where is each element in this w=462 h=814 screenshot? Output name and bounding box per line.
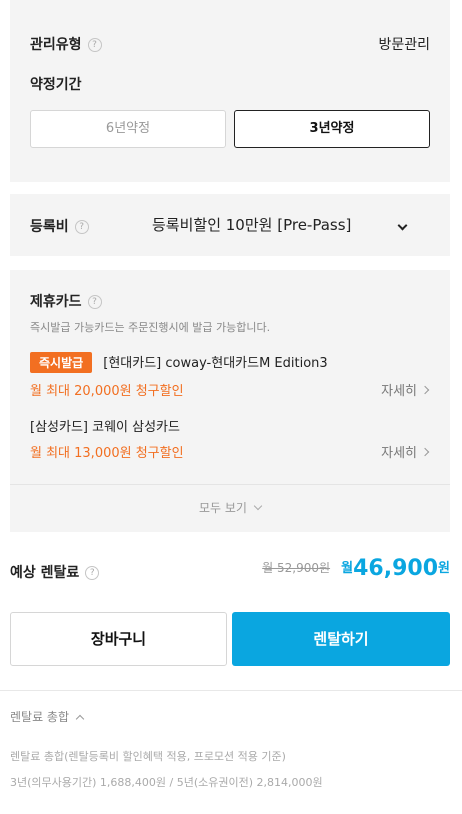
card-name: [삼성카드] 코웨이 삼성카드 <box>30 420 180 435</box>
chevron-right-icon <box>420 385 430 395</box>
divider <box>0 690 462 691</box>
cart-button[interactable]: 장바구니 <box>10 612 227 666</box>
summary-title: 렌탈료 총합 <box>10 710 70 724</box>
help-icon[interactable]: ? <box>74 220 89 234</box>
card-name: [현대카드] coway-현대카드M Edition3 <box>103 356 328 371</box>
summary-line-2: 3년(의무사용기간) 1,688,400원 / 5년(소유권이전) 2,814,… <box>10 776 323 789</box>
card-detail-link[interactable]: 자세히 <box>381 442 430 461</box>
card-detail-link[interactable]: 자세히 <box>381 380 430 399</box>
registration-panel: 등록비? 등록비할인 10만원 [Pre-Pass] <box>10 194 450 256</box>
original-price: 월 52,900원 <box>262 561 331 575</box>
card-detail-text: 자세히 <box>381 446 417 461</box>
see-all-button[interactable]: 모두 보기 <box>10 499 450 516</box>
help-icon[interactable]: ? <box>85 566 100 580</box>
management-type-text: 관리유형 <box>30 37 82 53</box>
help-icon[interactable]: ? <box>87 295 102 309</box>
card-detail-text: 자세히 <box>381 384 417 399</box>
card-discount: 월 최대 13,000원 청구할인 <box>30 446 184 461</box>
summary-line-1: 렌탈료 총합(렌탈등록비 할인혜택 적용, 프로모션 적용 기준) <box>10 750 286 763</box>
chevron-down-icon <box>253 501 263 511</box>
card-item: 즉시발급 [현대카드] coway-현대카드M Edition3 <box>30 352 328 373</box>
term-option-6yr[interactable]: 6년약정 <box>30 110 226 148</box>
card-discount: 월 최대 20,000원 청구할인 <box>30 384 184 399</box>
help-icon[interactable]: ? <box>87 38 102 52</box>
rent-button[interactable]: 렌탈하기 <box>232 612 450 666</box>
chevron-right-icon <box>420 447 430 457</box>
price-display: 월 52,900원 월46,900원 <box>262 556 450 581</box>
partner-cards-panel: 제휴카드? 즉시발급 가능카드는 주문진행시에 발급 가능합니다. 즉시발급 [… <box>10 270 450 532</box>
sale-price: 46,900 <box>353 556 439 581</box>
divider <box>10 484 450 485</box>
management-type-value: 방문관리 <box>378 37 430 53</box>
term-option-3yr[interactable]: 3년약정 <box>234 110 430 148</box>
chevron-up-icon <box>75 714 85 724</box>
estimated-rental-label: 예상 렌탈료? <box>10 562 100 582</box>
management-type-label: 관리유형? <box>30 34 102 54</box>
registration-label: 등록비? <box>30 216 89 236</box>
registration-select[interactable]: 등록비할인 10만원 [Pre-Pass] <box>152 214 351 235</box>
partner-cards-notice: 즉시발급 가능카드는 주문진행시에 발급 가능합니다. <box>30 321 271 334</box>
instant-issue-badge: 즉시발급 <box>30 352 93 373</box>
partner-cards-title: 제휴카드? <box>30 291 102 311</box>
see-all-text: 모두 보기 <box>199 501 247 515</box>
registration-label-text: 등록비 <box>30 219 69 235</box>
term-label: 약정기간 <box>30 77 82 93</box>
estimated-rental-text: 예상 렌탈료 <box>10 565 80 581</box>
price-prefix: 월 <box>341 561 354 576</box>
partner-cards-title-text: 제휴카드 <box>30 294 82 310</box>
summary-toggle[interactable]: 렌탈료 총합 <box>10 708 85 725</box>
chevron-down-icon[interactable] <box>397 217 408 236</box>
management-panel: 관리유형? 방문관리 약정기간 6년약정 3년약정 <box>10 0 450 182</box>
price-unit: 원 <box>438 561 450 576</box>
